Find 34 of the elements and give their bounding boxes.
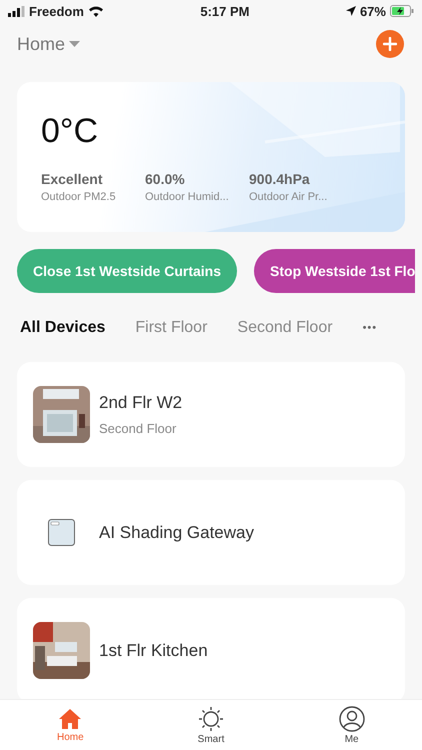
sun-icon [198, 706, 224, 732]
stat-value: Excellent [41, 171, 104, 187]
device-name: 1st Flr Kitchen [99, 640, 208, 660]
temperature: 0°C [41, 112, 100, 151]
location-icon [346, 6, 356, 16]
device-card[interactable]: AI Shading Gateway [17, 480, 405, 585]
carrier-name: Freedom [29, 4, 84, 18]
scene-button[interactable]: Stop Westside 1st Flo [254, 249, 416, 293]
add-button[interactable] [376, 30, 404, 58]
nav-tab[interactable]: Me [281, 700, 422, 750]
gateway-icon [48, 519, 75, 546]
profile-icon [338, 706, 365, 732]
plus-icon [383, 37, 397, 51]
more-tabs-button[interactable]: ••• [362, 322, 378, 334]
device-name: 2nd Flr W2 [99, 393, 182, 413]
stat-label: Outdoor Humid... [145, 191, 230, 203]
stat-value: 60.0% [145, 171, 186, 187]
device-room: Second Floor [99, 421, 178, 436]
device-card[interactable]: 2nd Flr W2 Second Floor [17, 362, 405, 467]
home-selector[interactable]: Home [17, 34, 80, 54]
device-name: AI Shading Gateway [99, 522, 254, 542]
weather-card[interactable]: 0°C Excellent Outdoor PM2.5 60.0% Outdoor Humid... 900.4hPa Outdoor Air Pr... [17, 82, 405, 232]
wifi-icon [88, 5, 104, 17]
home-icon [58, 708, 82, 730]
stat-value: 900.4hPa [249, 171, 311, 187]
battery-percentage: 67% [360, 4, 386, 18]
battery-icon [390, 5, 414, 17]
signal-icon [8, 6, 25, 16]
clock-time: 5:17 PM [200, 4, 250, 18]
stat-label: Outdoor Air Pr... [249, 191, 328, 203]
nav-tab[interactable]: Smart [140, 700, 282, 750]
caret-icon [69, 41, 80, 47]
stat-label: Outdoor PM2.5 [41, 191, 117, 203]
floor-tab[interactable]: All Devices [20, 319, 106, 337]
